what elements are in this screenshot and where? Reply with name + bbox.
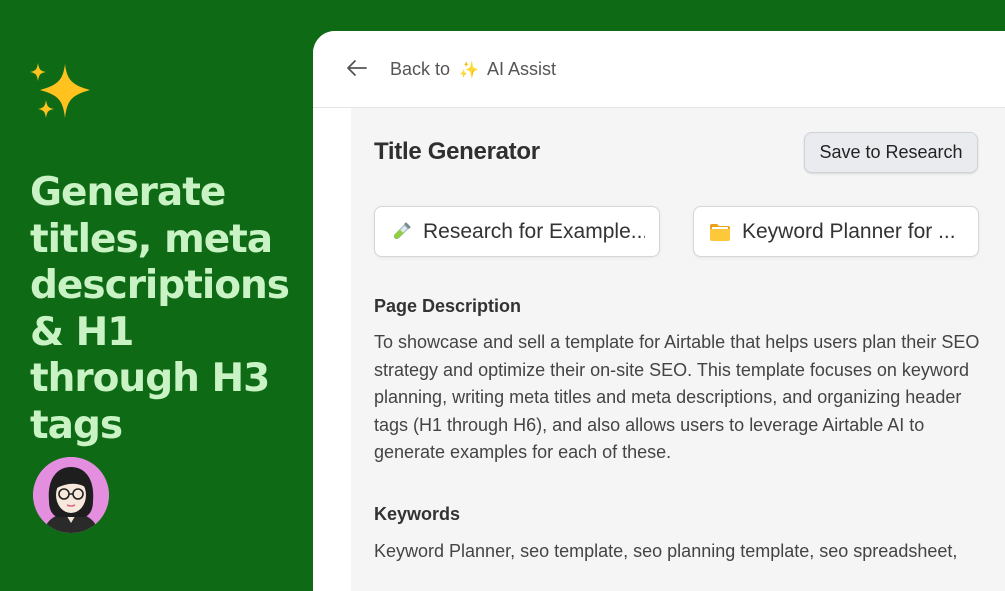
back-to-ai-assist-link[interactable]: Back to ✨ AI Assist — [390, 59, 556, 80]
keyword-planner-chip-label: Keyword Planner for ... — [742, 219, 956, 243]
top-bar: Back to ✨ AI Assist — [313, 31, 1005, 108]
avatar-illustration — [33, 457, 109, 533]
research-chip-label: Research for Example... — [423, 219, 645, 243]
test-tube-icon — [393, 222, 411, 239]
keyword-planner-chip[interactable]: Keyword Planner for ... — [693, 206, 979, 257]
keywords-label: Keywords — [374, 504, 461, 524]
page-title: Title Generator — [374, 138, 540, 165]
save-to-research-button[interactable]: Save to Research — [804, 132, 978, 173]
sparkles-icon — [30, 63, 90, 118]
sparkles-emoji-icon: ✨ — [459, 62, 479, 79]
back-prefix: Back to — [390, 59, 451, 79]
page-description-label: Page Description — [374, 296, 522, 316]
avatar — [33, 457, 109, 533]
research-chip[interactable]: Research for Example... — [374, 206, 660, 257]
arrow-left-icon[interactable] — [345, 59, 367, 77]
page-description-text: To showcase and sell a template for Airt… — [374, 332, 980, 462]
promo-panel: Generate titles, meta descriptions & H1 … — [0, 0, 313, 565]
app-window: Back to ✨ AI Assist Title Generator Save… — [313, 31, 1005, 591]
folder-icon — [710, 223, 730, 241]
back-target: AI Assist — [486, 59, 557, 79]
keywords-text: Keyword Planner, seo template, seo plann… — [374, 541, 958, 561]
promo-headline: Generate titles, meta descriptions & H1 … — [30, 170, 290, 448]
title-generator-panel: Title Generator Save to Research Researc… — [351, 108, 1005, 591]
